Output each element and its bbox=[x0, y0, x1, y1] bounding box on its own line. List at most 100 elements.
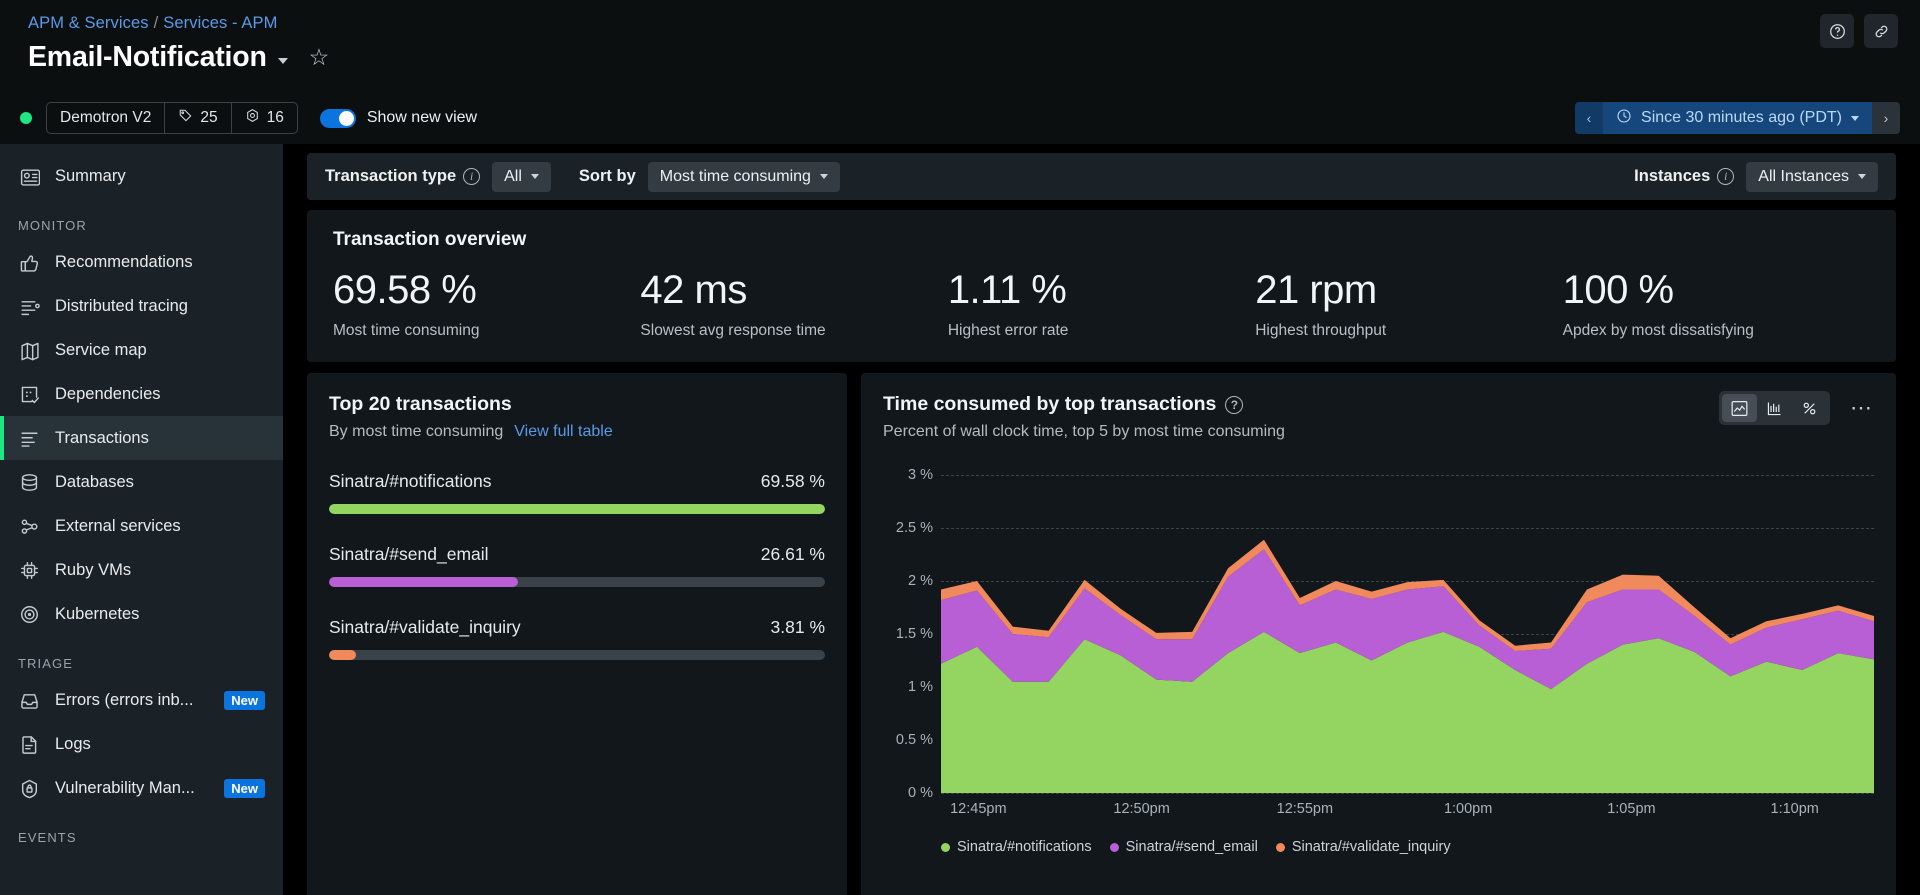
question-circle-icon[interactable] bbox=[1820, 14, 1854, 48]
instances-select[interactable]: All Instances bbox=[1746, 161, 1878, 192]
metric-tile: 42 ms Slowest avg response time bbox=[640, 269, 947, 340]
sidebar-item-service-map[interactable]: Service map bbox=[0, 328, 283, 372]
main-content: Transaction type i All Sort by Most time… bbox=[283, 144, 1920, 895]
inbox-icon bbox=[18, 690, 40, 711]
sidebar-item-label: Distributed tracing bbox=[55, 296, 188, 315]
view-full-table-link[interactable]: View full table bbox=[514, 423, 612, 440]
chart-x-axis: 12:45pm 12:50pm 12:55pm 1:00pm 1:05pm 1:10pm bbox=[941, 801, 1874, 823]
bar-chart-icon[interactable] bbox=[1757, 394, 1792, 422]
transaction-value: 26.61 % bbox=[760, 544, 825, 564]
sidebar-item-vulnerability-man[interactable]: Vulnerability Man... New bbox=[0, 766, 283, 810]
legend-item[interactable]: Sinatra/#notifications bbox=[941, 839, 1092, 855]
instances-label: Instances bbox=[1634, 167, 1711, 185]
sidebar-item-dependencies[interactable]: Dependencies bbox=[0, 372, 283, 416]
dependencies-icon bbox=[18, 384, 40, 405]
legend-color-dot bbox=[1275, 842, 1285, 852]
metric-label: Apdex by most dissatisfying bbox=[1562, 322, 1754, 339]
distributed-tracing-icon bbox=[18, 296, 40, 317]
transaction-row[interactable]: Sinatra/#notifications 69.58 % bbox=[329, 471, 825, 514]
shield-lock-icon bbox=[18, 778, 40, 799]
y-axis-tick-label: 0 % bbox=[908, 785, 933, 801]
chevron-down-icon[interactable] bbox=[277, 57, 288, 64]
toggle-label: Show new view bbox=[366, 109, 478, 126]
metric-tile: 100 % Apdex by most dissatisfying bbox=[1563, 269, 1870, 340]
breadcrumb-item-apm[interactable]: APM & Services bbox=[28, 14, 149, 32]
percent-icon[interactable] bbox=[1792, 394, 1827, 422]
star-outline-icon[interactable]: ☆ bbox=[309, 46, 330, 69]
x-axis-tick-label: 1:10pm bbox=[1770, 801, 1819, 817]
filter-bar: Transaction type i All Sort by Most time… bbox=[307, 153, 1896, 200]
sidebar-item-label: Transactions bbox=[55, 428, 149, 447]
sidebar-item-recommendations[interactable]: Recommendations bbox=[0, 240, 283, 284]
metric-label: Most time consuming bbox=[333, 322, 480, 339]
transaction-name: Sinatra/#validate_inquiry bbox=[329, 617, 521, 637]
account-name[interactable]: Demotron V2 bbox=[47, 103, 164, 133]
sort-by-label: Sort by bbox=[578, 167, 636, 185]
top-header-actions bbox=[1820, 14, 1898, 48]
time-consumed-chart-panel: Time consumed by top transactions ? Perc… bbox=[861, 373, 1896, 895]
info-icon[interactable]: i bbox=[1717, 168, 1735, 185]
sidebar-item-kubernetes[interactable]: Kubernetes bbox=[0, 592, 283, 636]
metric-label: Highest throughput bbox=[1255, 322, 1387, 339]
sidebar-item-databases[interactable]: Databases bbox=[0, 460, 283, 504]
chart-plot[interactable] bbox=[941, 475, 1874, 794]
sidebar-item-transactions[interactable]: Transactions bbox=[0, 416, 283, 460]
show-new-view-toggle[interactable]: Show new view bbox=[319, 108, 478, 128]
metric-tile: 69.58 % Most time consuming bbox=[333, 269, 640, 340]
legend-color-dot bbox=[1109, 842, 1119, 852]
legend-color-dot bbox=[941, 842, 950, 852]
y-axis-tick-label: 2 % bbox=[908, 573, 933, 589]
sidebar-section-events: EVENTS bbox=[18, 830, 77, 845]
breadcrumb-item-services[interactable]: Services - APM bbox=[163, 14, 277, 32]
time-prev-button[interactable]: ‹ bbox=[1575, 102, 1604, 134]
sidebar-item-label: Logs bbox=[55, 734, 91, 753]
tags-count[interactable]: 25 bbox=[164, 103, 230, 133]
ellipsis-icon[interactable]: ⋯ bbox=[1850, 397, 1874, 419]
kubernetes-icon bbox=[18, 604, 40, 625]
sidebar-item-errors-errors-inb[interactable]: Errors (errors inb... New bbox=[0, 678, 283, 722]
sidebar-item-ruby-vms[interactable]: Ruby VMs bbox=[0, 548, 283, 592]
breadcrumb-separator: / bbox=[153, 14, 159, 32]
sort-by-select[interactable]: Most time consuming bbox=[647, 161, 840, 192]
transaction-bar-fill bbox=[329, 504, 825, 514]
link-icon[interactable] bbox=[1864, 14, 1898, 48]
chart-legend: Sinatra/#notifications Sinatra/#send_emai… bbox=[941, 839, 1451, 855]
info-icon[interactable]: i bbox=[463, 168, 481, 185]
legend-item[interactable]: Sinatra/#validate_inquiry bbox=[1275, 839, 1451, 855]
metric-value: 100 % bbox=[1562, 268, 1674, 312]
time-range-value: Since 30 minutes ago (PDT) bbox=[1641, 109, 1842, 126]
transaction-name: Sinatra/#notifications bbox=[329, 471, 492, 491]
sidebar-item-label: Service map bbox=[55, 340, 147, 359]
chart-area: 0 % 0.5 % 1 % 1.5 % 2 % 2.5 % 3 % 12:45pm 12:50… bbox=[883, 467, 1874, 855]
sidebar-item-logs[interactable]: Logs bbox=[0, 722, 283, 766]
legend-item[interactable]: Sinatra/#send_email bbox=[1109, 839, 1258, 855]
overview-metrics: 69.58 % Most time consuming 42 ms Slowest a… bbox=[333, 269, 1870, 340]
sidebar-item-label: Errors (errors inb... bbox=[55, 690, 194, 709]
metric-label: Highest error rate bbox=[947, 322, 1069, 339]
area-chart-icon[interactable] bbox=[1722, 394, 1757, 422]
legend-label: Sinatra/#validate_inquiry bbox=[1291, 839, 1451, 855]
y-axis-tick-label: 2.5 % bbox=[895, 520, 933, 536]
metric-tile: 1.11 % Highest error rate bbox=[948, 269, 1255, 340]
top-header: APM & Services / Services - APM Email-Noti… bbox=[0, 0, 1920, 92]
grid-line bbox=[941, 793, 1874, 794]
sidebar-item-summary[interactable]: Summary bbox=[0, 154, 283, 198]
toggle-switch[interactable] bbox=[319, 108, 356, 128]
metric-label: Slowest avg response time bbox=[640, 322, 826, 339]
transaction-row[interactable]: Sinatra/#validate_inquiry 3.81 % bbox=[329, 617, 825, 660]
new-badge: New bbox=[224, 690, 265, 710]
time-next-button[interactable]: › bbox=[1872, 102, 1900, 134]
top-transactions-panel: Top 20 transactions By most time consumi… bbox=[307, 373, 847, 895]
chevron-down-icon bbox=[1851, 115, 1859, 121]
sidebar-item-label: Databases bbox=[55, 472, 134, 491]
entities-count[interactable]: 16 bbox=[230, 103, 297, 133]
sidebar-item-external-services[interactable]: External services bbox=[0, 504, 283, 548]
time-range-button[interactable]: Since 30 minutes ago (PDT) bbox=[1603, 102, 1872, 134]
transaction-value: 69.58 % bbox=[760, 471, 825, 491]
chart-type-toggle-group bbox=[1719, 391, 1830, 425]
transaction-row[interactable]: Sinatra/#send_email 26.61 % bbox=[329, 544, 825, 587]
question-circle-icon[interactable]: ? bbox=[1225, 395, 1244, 414]
sidebar-item-distributed-tracing[interactable]: Distributed tracing bbox=[0, 284, 283, 328]
transaction-type-select[interactable]: All bbox=[492, 161, 551, 192]
breadcrumb: APM & Services / Services - APM bbox=[28, 14, 1920, 33]
